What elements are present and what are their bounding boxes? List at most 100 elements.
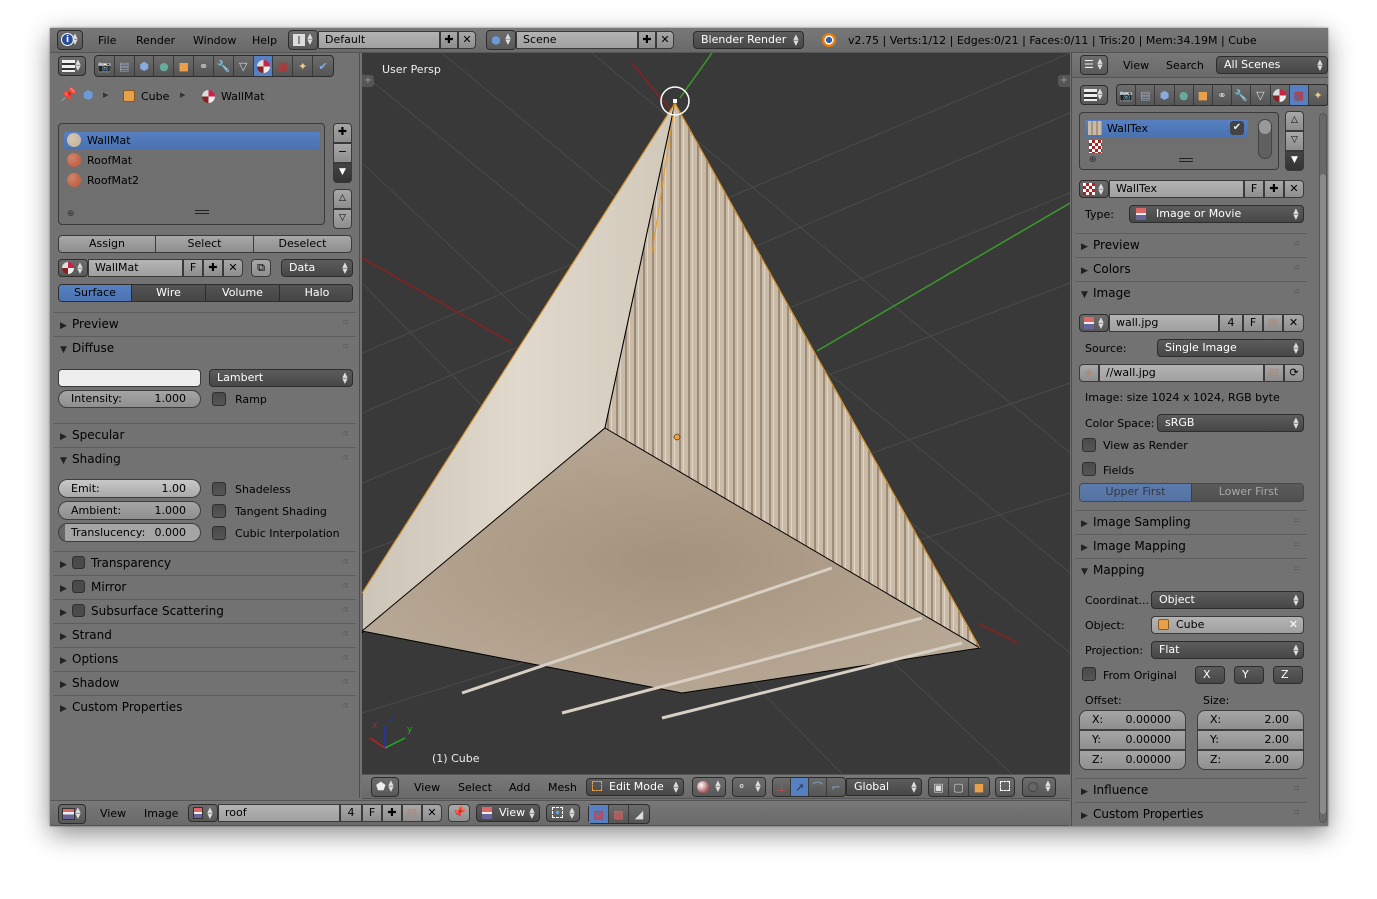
menu-window[interactable]: Window <box>193 34 236 48</box>
scene-tab-icon[interactable]: ⬢ <box>1155 85 1175 105</box>
offset-y-field[interactable]: Y: 0.00000 <box>1079 730 1186 750</box>
panel-image-mapping[interactable]: ▶ Image Mapping:::: <box>1075 534 1307 556</box>
new-texture-button[interactable]: ✚ <box>1264 180 1284 198</box>
clear-object-icon[interactable]: ✕ <box>1289 617 1298 633</box>
cubic-interpolation-checkbox[interactable] <box>212 526 226 540</box>
panel-transparency[interactable]: ▶ Transparency:::: <box>54 551 356 573</box>
unlink-image-button[interactable]: ✕ <box>422 804 442 822</box>
drag-grip-icon[interactable]: :::: <box>343 582 350 589</box>
menu-search[interactable]: Search <box>1166 59 1204 73</box>
material-slot-wallmat[interactable]: WallMat <box>65 132 315 149</box>
edge-select-icon[interactable]: ▢ <box>949 778 969 796</box>
new-material-button[interactable]: ✚ <box>203 259 223 277</box>
tangent-shading-checkbox[interactable] <box>212 504 226 518</box>
projection-dropdown[interactable]: Flat ▲ ▼ <box>1151 641 1304 659</box>
pivot-point-dropdown[interactable]: ⚬ ▲ ▼ <box>732 777 766 797</box>
3d-viewport[interactable]: User Persp + + x z y (1) Cube <box>362 53 1070 774</box>
constraints-tab-icon[interactable]: ⚭ <box>1213 85 1233 105</box>
drag-grip-icon[interactable]: :::: <box>1294 541 1301 548</box>
drag-grip-icon[interactable]: :::: <box>1294 517 1301 524</box>
empty-slot-texture-icon[interactable] <box>1089 140 1102 153</box>
new-image-button[interactable]: ✚ <box>382 804 402 822</box>
menu-file[interactable]: File <box>98 34 116 48</box>
from-original-checkbox[interactable] <box>1082 667 1096 681</box>
list-scrollbar[interactable] <box>1258 119 1272 159</box>
rotate-manipulator-icon[interactable]: ⌒ <box>809 778 828 796</box>
fake-user-button[interactable]: F <box>362 804 382 822</box>
menu-help[interactable]: Help <box>252 34 277 48</box>
panel-preview[interactable]: ▶ Preview:::: <box>1075 233 1307 255</box>
list-scroll-thumb[interactable] <box>1259 120 1271 134</box>
texture-slot-item[interactable]: WallTex ✔ <box>1085 120 1248 137</box>
node-material-button[interactable]: ⧉ <box>251 259 271 277</box>
panel-image[interactable]: ▼ Image:::: <box>1075 281 1307 303</box>
properties-toggle-icon[interactable]: + <box>1058 75 1070 87</box>
selected-vertex[interactable] <box>673 99 677 103</box>
offset-z-field[interactable]: Z: 0.00000 <box>1079 750 1186 770</box>
tab-volume[interactable]: Volume <box>206 285 280 301</box>
enable-checkbox[interactable] <box>72 604 85 617</box>
texture-specials-menu[interactable]: ▼ <box>1285 151 1304 171</box>
panel-custom-properties[interactable]: ▶ Custom Properties:::: <box>1075 802 1307 824</box>
add-scene-button[interactable]: ✚ <box>638 31 656 49</box>
unlink-material-button[interactable]: ✕ <box>223 259 243 277</box>
upper-first-option[interactable]: Upper First <box>1080 484 1192 501</box>
image-name-field[interactable]: roof <box>218 804 340 822</box>
panel-strand[interactable]: ▶ Strand:::: <box>54 623 356 645</box>
remove-screen-button[interactable]: ✕ <box>458 31 476 49</box>
drag-grip-icon[interactable]: :::: <box>1294 785 1301 792</box>
drag-grip-icon[interactable]: :::: <box>1294 288 1301 295</box>
material-browse-button[interactable]: ▲ ▼ <box>58 259 88 277</box>
object-tab-icon[interactable]: ■ <box>174 56 195 76</box>
size-x-field[interactable]: X: 2.00 <box>1197 710 1304 730</box>
image-users-count[interactable]: 4 <box>340 804 362 822</box>
pack-image-button[interactable]: ◈ <box>1079 364 1099 382</box>
scale-manipulator-icon[interactable]: ⌐ <box>827 778 845 796</box>
screen-layout-browse[interactable]: ▲ ▼ <box>288 30 318 50</box>
scrollbar-thumb[interactable] <box>1320 174 1326 814</box>
drag-grip-icon[interactable]: :::: <box>343 319 350 326</box>
drag-grip-icon[interactable]: :::: <box>343 454 350 461</box>
select-button[interactable]: Select <box>155 235 254 253</box>
add-screen-button[interactable]: ✚ <box>440 31 458 49</box>
tab-wire[interactable]: Wire <box>132 285 206 301</box>
deselect-button[interactable]: Deselect <box>253 235 352 253</box>
size-y-field[interactable]: Y: 2.00 <box>1197 730 1304 750</box>
drag-grip-icon[interactable]: :::: <box>343 430 350 437</box>
slot-specials-menu[interactable]: ▼ <box>333 163 352 183</box>
texture-browse-button[interactable]: ▲ ▼ <box>1079 180 1109 198</box>
remove-material-slot-button[interactable]: − <box>333 143 352 163</box>
display-filter-dropdown[interactable]: All Scenes ▲ ▼ <box>1216 56 1328 74</box>
modifiers-tab-icon[interactable]: 🔧 <box>214 56 234 76</box>
add-filter-icon[interactable]: ⊕ <box>67 209 75 219</box>
menu-view[interactable]: View <box>1123 59 1149 73</box>
diffuse-color-swatch[interactable] <box>58 369 201 387</box>
ambient-slider[interactable]: Ambient: 1.000 <box>58 501 201 520</box>
limit-selection-button[interactable] <box>995 777 1015 797</box>
menu-image[interactable]: Image <box>144 807 178 821</box>
size-z-field[interactable]: Z: 2.00 <box>1197 750 1304 770</box>
mapping-z-dropdown[interactable]: Z <box>1273 666 1303 684</box>
lower-first-option[interactable]: Lower First <box>1192 484 1303 501</box>
texture-name-field[interactable]: WallTex <box>1109 180 1244 198</box>
screen-layout-field[interactable]: Default <box>318 31 440 49</box>
panel-diffuse[interactable]: ▼ Diffuse:::: <box>54 336 356 358</box>
data-tab-icon[interactable]: ▽ <box>234 56 254 76</box>
fake-user-button[interactable]: F <box>1244 180 1264 198</box>
modifiers-tab-icon[interactable]: 🔧 <box>1232 85 1252 105</box>
panel-image-sampling[interactable]: ▶ Image Sampling:::: <box>1075 510 1307 532</box>
material-name-field[interactable]: WallMat <box>88 259 183 277</box>
panel-shadow[interactable]: ▶ Shadow:::: <box>54 671 356 693</box>
viewport-shading-dropdown[interactable]: ▲ ▼ <box>692 777 726 797</box>
texture-type-dropdown[interactable]: Image or Movie ▲ ▼ <box>1129 205 1304 223</box>
texture-tab-icon[interactable]: ▩ <box>273 56 294 76</box>
material-tab-icon[interactable] <box>1271 85 1290 105</box>
panel-specular[interactable]: ▶ Specular:::: <box>54 423 356 445</box>
constraints-tab-icon[interactable]: ⚭ <box>194 56 214 76</box>
vertex-select-icon[interactable]: ▣ <box>929 778 949 796</box>
material-slot-roofmat2[interactable]: RoofMat2 <box>65 172 315 189</box>
proportional-editing-dropdown[interactable]: ▲ ▼ <box>1022 777 1056 797</box>
particles-tab-icon[interactable]: ✦ <box>293 56 314 76</box>
material-tab-icon[interactable] <box>253 56 274 76</box>
offset-x-field[interactable]: X: 0.00000 <box>1079 710 1186 730</box>
